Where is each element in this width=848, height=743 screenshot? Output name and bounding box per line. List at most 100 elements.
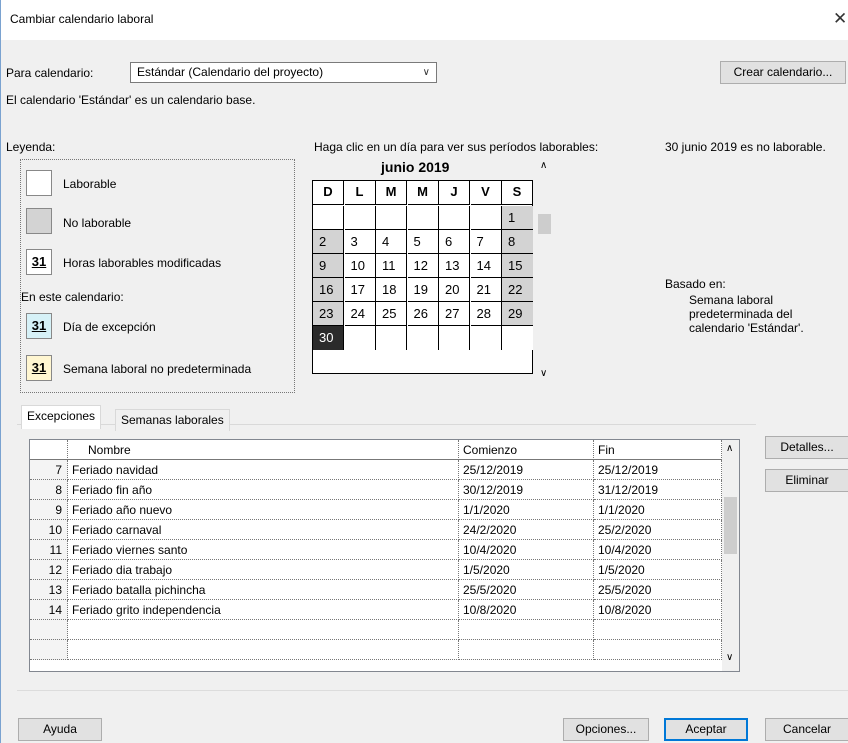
exception-finish-cell[interactable]: 25/2/2020 [594, 520, 722, 540]
calendar-scrollbar[interactable]: ∧ ∨ [536, 158, 553, 384]
tab-working-weeks[interactable]: Semanas laborales [115, 409, 230, 431]
exception-start-cell[interactable]: 25/12/2019 [459, 460, 594, 480]
exception-start-cell[interactable]: 24/2/2020 [459, 520, 594, 540]
calendar-day[interactable]: 17 [344, 278, 376, 302]
calendar-day[interactable]: 6 [439, 230, 470, 254]
table-row[interactable]: 9 Feriado año nuevo 1/1/2020 1/1/2020 [30, 500, 722, 520]
calendar-day[interactable]: 8 [502, 230, 533, 254]
accept-button[interactable]: Aceptar [664, 718, 748, 741]
calendar-day[interactable]: 1 [502, 206, 533, 230]
calendar-day[interactable]: 10 [344, 254, 376, 278]
calendar-day[interactable]: 26 [407, 302, 439, 326]
table-row[interactable]: 11 Feriado viernes santo 10/4/2020 10/4/202… [30, 540, 722, 560]
exceptions-table[interactable]: Nombre Comienzo Fin 7 Feriado navidad 25/1… [29, 439, 740, 672]
exception-finish-cell[interactable] [594, 620, 722, 640]
calendar-day[interactable]: 18 [376, 278, 407, 302]
calendar-day[interactable]: 7 [470, 230, 502, 254]
table-row[interactable]: 14 Feriado grito independencia 10/8/2020 10… [30, 600, 722, 620]
exception-name-cell[interactable] [68, 620, 459, 640]
legend-exception-day-label: Día de excepción [63, 320, 156, 334]
calendar-scroll-thumb[interactable] [538, 214, 551, 234]
calendar-day[interactable]: 28 [470, 302, 502, 326]
exception-name-cell[interactable]: Feriado navidad [68, 460, 459, 480]
options-button[interactable]: Opciones... [563, 718, 649, 741]
exception-start-cell[interactable]: 1/1/2020 [459, 500, 594, 520]
close-icon[interactable]: ✕ [833, 9, 847, 29]
calendar-day[interactable]: 4 [376, 230, 407, 254]
calendar-day[interactable]: 29 [502, 302, 533, 326]
help-button[interactable]: Ayuda [18, 718, 102, 741]
exception-finish-cell[interactable]: 25/5/2020 [594, 580, 722, 600]
weekday-header: D [313, 181, 344, 205]
calendar-day[interactable]: 2 [313, 230, 344, 254]
exception-name-cell[interactable]: Feriado grito independencia [68, 600, 459, 620]
create-calendar-button[interactable]: Crear calendario... [720, 61, 846, 84]
exception-start-cell[interactable] [459, 640, 594, 660]
exception-start-cell[interactable] [459, 620, 594, 640]
cancel-button[interactable]: Cancelar [765, 718, 848, 741]
calendar-day[interactable]: 16 [313, 278, 344, 302]
chevron-up-icon[interactable]: ∧ [726, 443, 733, 454]
calendar-day[interactable]: 25 [376, 302, 407, 326]
table-row[interactable] [30, 620, 722, 640]
exception-start-cell[interactable]: 10/4/2020 [459, 540, 594, 560]
exception-name-cell[interactable]: Feriado viernes santo [68, 540, 459, 560]
exception-finish-cell[interactable]: 1/1/2020 [594, 500, 722, 520]
calendar-day[interactable]: 15 [502, 254, 533, 278]
month-calendar[interactable]: D L M M J V S 1 2 3 4 5 6 7 8 9 10 11 12 13 14 15 16 17 18 19 20 21… [312, 180, 533, 374]
exception-name-cell[interactable]: Feriado carnaval [68, 520, 459, 540]
table-row[interactable]: 8 Feriado fin año 30/12/2019 31/12/2019 [30, 480, 722, 500]
calendar-empty-cell [376, 206, 407, 230]
weekday-header: M [376, 181, 407, 205]
exception-name-cell[interactable]: Feriado batalla pichincha [68, 580, 459, 600]
table-row[interactable] [30, 640, 722, 660]
exception-name-cell[interactable]: Feriado dia trabajo [68, 560, 459, 580]
exception-name-cell[interactable]: Feriado año nuevo [68, 500, 459, 520]
calendar-day[interactable]: 5 [407, 230, 439, 254]
calendar-day[interactable]: 27 [439, 302, 470, 326]
calendar-day[interactable]: 21 [470, 278, 502, 302]
calendar-day[interactable]: 24 [344, 302, 376, 326]
calendar-day[interactable]: 14 [470, 254, 502, 278]
exception-finish-cell[interactable]: 25/12/2019 [594, 460, 722, 480]
column-header-finish[interactable]: Fin [594, 440, 722, 460]
calendar-day[interactable]: 12 [407, 254, 439, 278]
calendar-day[interactable]: 23 [313, 302, 344, 326]
exception-name-cell[interactable]: Feriado fin año [68, 480, 459, 500]
table-row[interactable]: 7 Feriado navidad 25/12/2019 25/12/2019 [30, 460, 722, 480]
exception-start-cell[interactable]: 10/8/2020 [459, 600, 594, 620]
calendar-day[interactable]: 19 [407, 278, 439, 302]
table-scroll-thumb[interactable] [724, 497, 737, 554]
calendar-day[interactable]: 11 [376, 254, 407, 278]
column-header-name[interactable]: Nombre [68, 440, 459, 460]
exception-finish-cell[interactable]: 10/8/2020 [594, 600, 722, 620]
chevron-up-icon[interactable]: ∧ [540, 160, 547, 171]
calendar-select[interactable]: Estándar (Calendario del proyecto) ∨ [130, 62, 437, 83]
table-row[interactable]: 13 Feriado batalla pichincha 25/5/2020 25/5… [30, 580, 722, 600]
table-row[interactable]: 12 Feriado dia trabajo 1/5/2020 1/5/2020 [30, 560, 722, 580]
calendar-day[interactable]: 3 [344, 230, 376, 254]
exception-finish-cell[interactable]: 31/12/2019 [594, 480, 722, 500]
legend-working-label: Laborable [63, 177, 117, 191]
calendar-day[interactable]: 30 [313, 326, 344, 350]
delete-button[interactable]: Eliminar [765, 469, 848, 492]
tab-exceptions[interactable]: Excepciones [21, 405, 102, 429]
calendar-day[interactable]: 13 [439, 254, 470, 278]
calendar-day[interactable]: 22 [502, 278, 533, 302]
exception-finish-cell[interactable]: 10/4/2020 [594, 540, 722, 560]
exception-name-cell[interactable] [68, 640, 459, 660]
chevron-down-icon[interactable]: ∨ [540, 368, 547, 379]
table-row[interactable]: 10 Feriado carnaval 24/2/2020 25/2/2020 [30, 520, 722, 540]
calendar-empty-cell [439, 326, 470, 350]
table-scrollbar[interactable]: ∧ ∨ [722, 440, 739, 671]
exception-finish-cell[interactable] [594, 640, 722, 660]
exception-finish-cell[interactable]: 1/5/2020 [594, 560, 722, 580]
column-header-start[interactable]: Comienzo [459, 440, 594, 460]
exception-start-cell[interactable]: 30/12/2019 [459, 480, 594, 500]
details-button[interactable]: Detalles... [765, 436, 848, 459]
calendar-day[interactable]: 9 [313, 254, 344, 278]
calendar-day[interactable]: 20 [439, 278, 470, 302]
exception-start-cell[interactable]: 1/5/2020 [459, 560, 594, 580]
exception-start-cell[interactable]: 25/5/2020 [459, 580, 594, 600]
chevron-down-icon[interactable]: ∨ [726, 652, 733, 663]
